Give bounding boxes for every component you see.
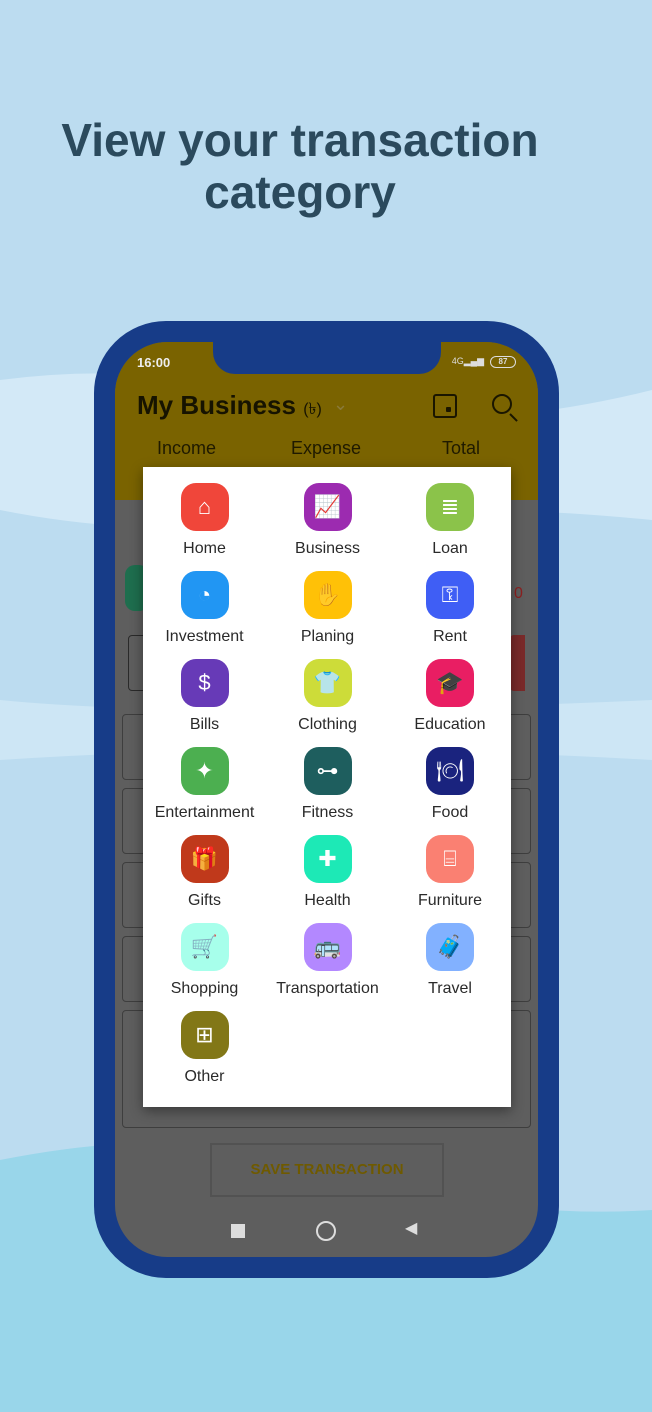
category-label: Furniture <box>417 892 483 909</box>
notch <box>213 342 441 374</box>
category-education[interactable]: 🎓 Education <box>389 659 511 747</box>
luggage-icon: 🧳 <box>426 923 474 971</box>
category-label: Fitness <box>301 804 354 821</box>
category-furniture[interactable]: ⌸ Furniture <box>389 835 511 923</box>
category-label: Clothing <box>298 716 357 733</box>
category-label: Planing <box>300 628 355 645</box>
entertainment-icon: ✦ <box>180 747 229 795</box>
planning-coins-icon: ✋ <box>303 571 352 619</box>
tab-income[interactable]: Income <box>157 438 216 459</box>
category-transportation[interactable]: 🚌 Transportation <box>266 923 389 1011</box>
shopping-cart-icon: 🛒 <box>180 923 229 971</box>
red-button[interactable] <box>510 635 525 691</box>
category-dialog: ⌂ Home 📈 Business ≣ Loan ◔ Investment ✋ Planing ⚿ R… <box>143 467 511 1107</box>
category-home[interactable]: ⌂ Home <box>143 483 266 571</box>
currency: (৳) <box>303 401 322 418</box>
bills-dollar-icon: $ <box>180 659 229 707</box>
category-rent[interactable]: ⚿ Rent <box>389 571 511 659</box>
dumbbell-icon: ⊶ <box>303 747 352 795</box>
category-shopping[interactable]: 🛒 Shopping <box>143 923 266 1011</box>
amount-fragment: 0 <box>514 585 523 602</box>
category-label: Education <box>414 716 486 733</box>
category-fitness[interactable]: ⊶ Fitness <box>266 747 389 835</box>
category-bills[interactable]: $ Bills <box>143 659 266 747</box>
category-loan[interactable]: ≣ Loan <box>389 483 511 571</box>
category-travel[interactable]: 🧳 Travel <box>389 923 511 1011</box>
category-label: Health <box>304 892 351 909</box>
signal-icon: 4G▂▄▆ <box>451 356 484 366</box>
category-other[interactable]: ⊞ Other <box>143 1011 266 1099</box>
grid-shapes-icon: ⊞ <box>180 1011 229 1059</box>
search-icon[interactable] <box>492 394 512 414</box>
category-label: Bills <box>189 716 220 733</box>
coin-stack-icon: ≣ <box>426 483 474 531</box>
category-label: Business <box>295 540 360 557</box>
book-title[interactable]: My Business (৳) <box>137 390 322 423</box>
business-chart-icon: 📈 <box>303 483 352 531</box>
calendar-icon[interactable] <box>433 394 457 418</box>
category-label: Loan <box>432 540 468 557</box>
investment-icon: ◔ <box>180 571 229 619</box>
category-label: Other <box>184 1068 225 1085</box>
phone-frame: 16:00 4G▂▄▆ 87 My Business (৳) ⌄ Income … <box>94 321 559 1278</box>
category-clothing[interactable]: 👕 Clothing <box>266 659 389 747</box>
furniture-icon: ⌸ <box>426 835 474 883</box>
category-health[interactable]: ✚ Health <box>266 835 389 923</box>
battery-icon: 87 <box>490 356 516 368</box>
category-business[interactable]: 📈 Business <box>266 483 389 571</box>
tab-expense[interactable]: Expense <box>291 438 361 459</box>
category-label: Transportation <box>276 980 379 997</box>
category-label: Rent <box>433 628 467 645</box>
bus-icon: 🚌 <box>303 923 352 971</box>
category-label: Shopping <box>170 980 239 997</box>
gift-icon: 🎁 <box>180 835 229 883</box>
category-label: Gifts <box>188 892 221 909</box>
tshirt-icon: 👕 <box>303 659 352 707</box>
save-transaction-button[interactable]: SAVE TRANSACTION <box>210 1143 444 1197</box>
graduation-cap-icon: 🎓 <box>426 659 474 707</box>
phone-screen: 16:00 4G▂▄▆ 87 My Business (৳) ⌄ Income … <box>115 342 538 1257</box>
rent-hand-key-icon: ⚿ <box>426 571 474 619</box>
plate-cutlery-icon: 🍽 <box>426 747 474 795</box>
category-label: Travel <box>428 980 472 997</box>
category-label: Entertainment <box>154 804 255 821</box>
category-food[interactable]: 🍽 Food <box>389 747 511 835</box>
home-finance-icon: ⌂ <box>180 483 229 531</box>
chevron-down-icon[interactable]: ⌄ <box>333 394 348 415</box>
category-grid: ⌂ Home 📈 Business ≣ Loan ◔ Investment ✋ Planing ⚿ R… <box>143 483 511 1099</box>
recents-icon[interactable] <box>231 1224 245 1238</box>
category-investment[interactable]: ◔ Investment <box>143 571 266 659</box>
category-entertainment[interactable]: ✦ Entertainment <box>143 747 266 835</box>
tab-total[interactable]: Total <box>442 438 480 459</box>
health-icon: ✚ <box>303 835 352 883</box>
home-nav-icon[interactable] <box>316 1221 336 1241</box>
back-icon[interactable]: ◀ <box>405 1218 417 1238</box>
headline: View your transaction category <box>61 114 539 218</box>
category-label: Food <box>431 804 469 821</box>
category-label: Home <box>183 540 226 557</box>
status-time: 16:00 <box>137 355 171 370</box>
category-planing[interactable]: ✋ Planing <box>266 571 389 659</box>
category-gifts[interactable]: 🎁 Gifts <box>143 835 266 923</box>
category-label: Investment <box>165 628 244 645</box>
